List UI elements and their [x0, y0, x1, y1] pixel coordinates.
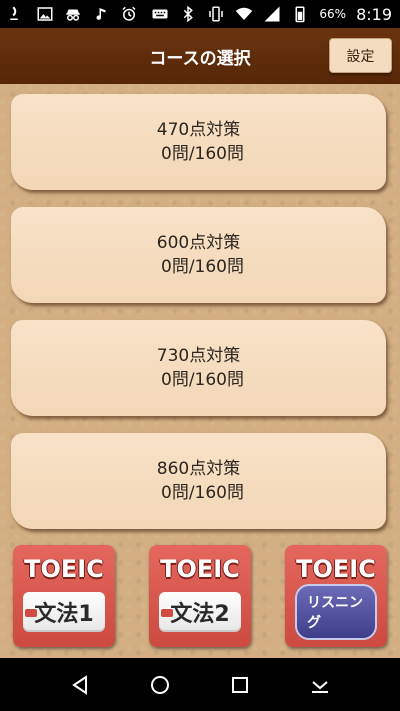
recents-icon	[232, 676, 248, 693]
bluetooth-icon	[179, 5, 197, 23]
toeic-grammar2-app-button[interactable]: TOEIC 文法2	[149, 545, 251, 647]
alarm-icon	[120, 5, 138, 23]
home-button[interactable]	[145, 670, 175, 700]
home-icon	[151, 675, 169, 694]
course-progress: 0問/160問	[161, 257, 244, 277]
image-icon	[36, 5, 54, 23]
status-right-icons: 66% 8:19	[151, 5, 392, 24]
music-icon	[92, 5, 110, 23]
toeic-grammar1-app-button[interactable]: TOEIC 文法1	[13, 545, 115, 647]
course-card-600[interactable]: 600点対策 0問/160問	[11, 207, 386, 303]
clock: 8:19	[356, 4, 392, 24]
course-progress: 0問/160問	[161, 483, 244, 503]
toeic-logo: TOEIC	[296, 555, 376, 583]
course-name: 600点対策	[156, 233, 241, 253]
toeic-listening-app-button[interactable]: TOEIC リスニング	[285, 545, 387, 647]
course-name: 860点対策	[156, 459, 241, 479]
hide-keyboard-button[interactable]	[305, 670, 335, 700]
course-card-730[interactable]: 730点対策 0問/160問	[11, 320, 386, 416]
toeic-logo: TOEIC	[160, 555, 240, 583]
wifi-calling-icon	[8, 5, 26, 23]
navigation-bar	[0, 658, 400, 711]
ribbon-icon	[161, 609, 173, 617]
course-name: 470点対策	[156, 120, 241, 140]
course-progress: 0問/160問	[161, 144, 244, 164]
signal-icon	[263, 5, 281, 23]
toeic-logo: TOEIC	[24, 555, 104, 583]
hide-keyboard-icon	[312, 680, 328, 693]
wifi-icon	[235, 5, 253, 23]
app-label: 文法1	[34, 602, 94, 627]
status-bar: 66% 8:19	[0, 0, 400, 28]
ribbon-icon	[25, 609, 37, 617]
back-button[interactable]	[65, 670, 95, 700]
battery-percent: 66%	[319, 7, 347, 21]
app-header: コースの選択 設定	[0, 28, 400, 84]
app-label: 文法2	[170, 602, 230, 627]
course-card-860[interactable]: 860点対策 0問/160問	[11, 433, 386, 529]
keyboard-icon	[151, 5, 169, 23]
app-label: リスニング	[295, 584, 377, 640]
settings-button[interactable]: 設定	[329, 38, 392, 73]
back-icon	[72, 674, 87, 695]
app-label-plate: リスニング	[295, 584, 377, 640]
page-title: コースの選択	[149, 48, 251, 69]
course-progress: 0問/160問	[161, 370, 244, 390]
status-left-icons	[8, 5, 138, 23]
recents-button[interactable]	[225, 670, 255, 700]
vibrate-icon	[207, 5, 225, 23]
course-name: 730点対策	[156, 346, 241, 366]
incognito-icon	[64, 5, 82, 23]
battery-icon	[291, 5, 309, 23]
course-card-470[interactable]: 470点対策 0問/160問	[11, 94, 386, 190]
